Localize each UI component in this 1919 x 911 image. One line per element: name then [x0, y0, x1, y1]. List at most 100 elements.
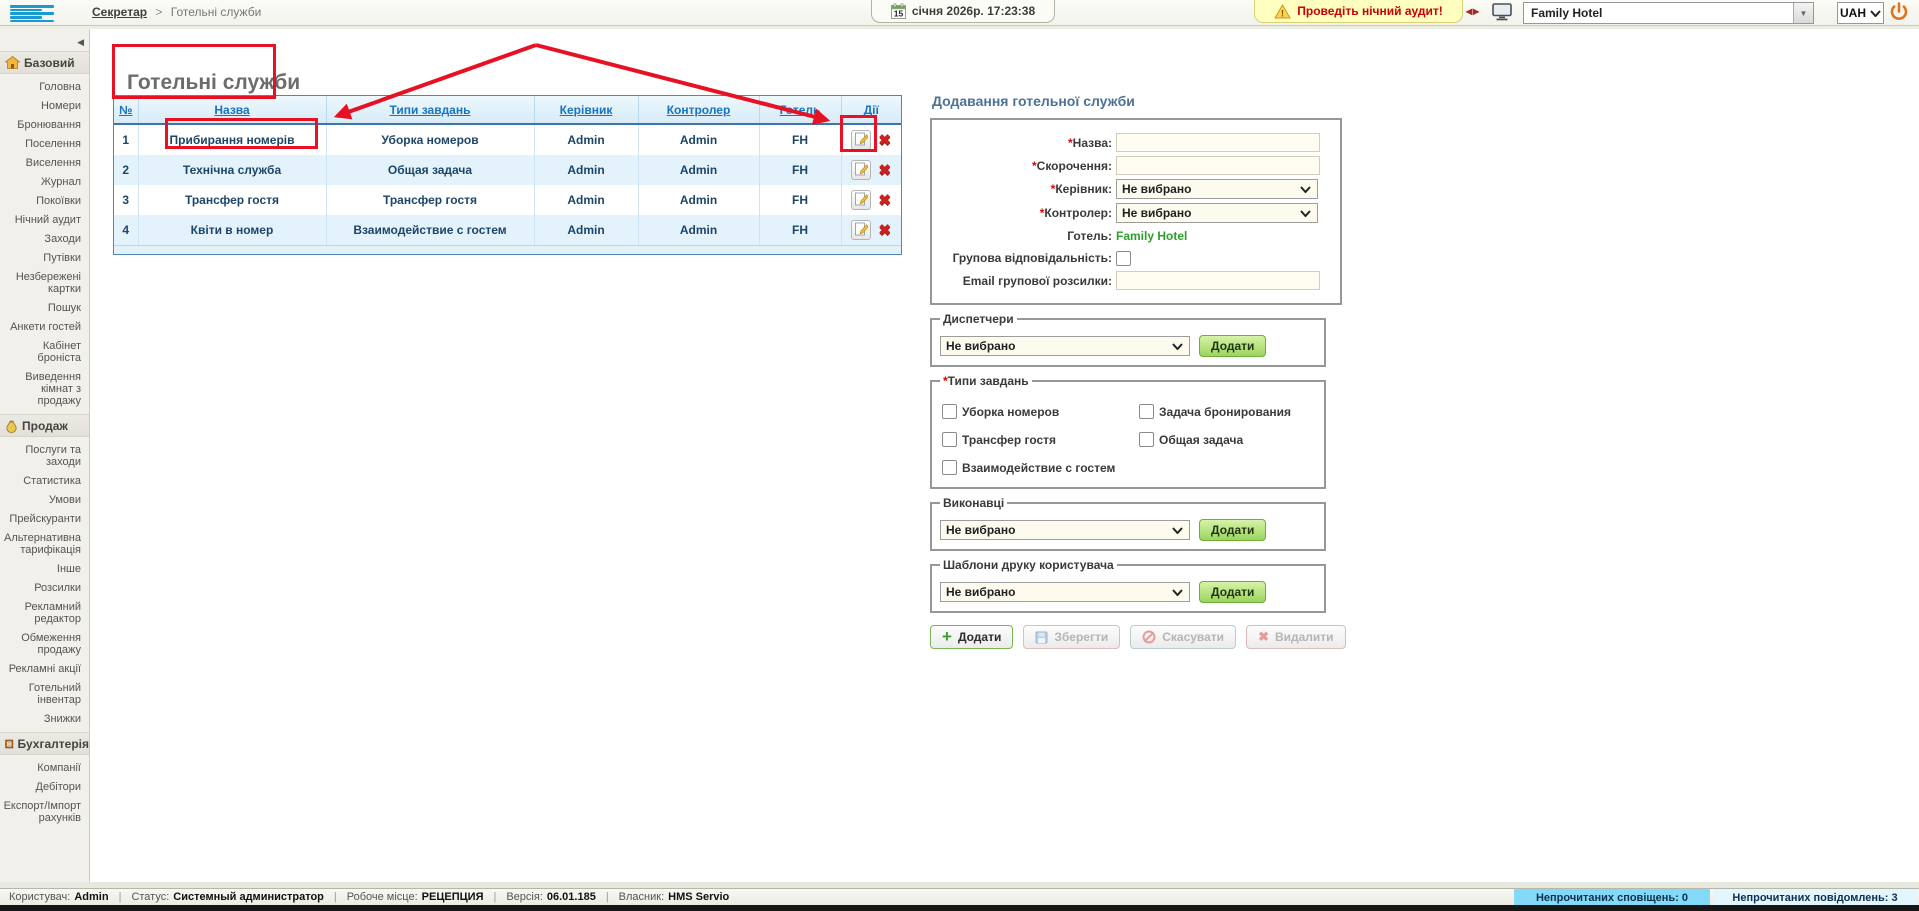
- column-header-controller[interactable]: Контролер: [667, 103, 731, 117]
- sidebar-item-statistics[interactable]: Статистика: [0, 475, 89, 487]
- column-header-number[interactable]: №: [119, 103, 132, 117]
- column-header-hotel[interactable]: Готель: [780, 103, 821, 117]
- sidebar-item-journal[interactable]: Журнал: [0, 176, 89, 188]
- name-input[interactable]: [1116, 133, 1320, 152]
- table-row[interactable]: 3 Трансфер гостя Трансфер гостя Admin Ad…: [114, 185, 901, 215]
- table-row[interactable]: 1 Прибирання номерів Уборка номеров Admi…: [114, 124, 901, 155]
- sidebar-item-ad-editor[interactable]: Рекламний редактор: [0, 601, 89, 625]
- sidebar-item-search[interactable]: Пошук: [0, 302, 89, 314]
- executors-select[interactable]: Не вибрано: [940, 520, 1190, 540]
- currency-value: UAH: [1840, 6, 1866, 20]
- edit-button[interactable]: [851, 130, 871, 150]
- sidebar-item-other[interactable]: Інше: [0, 563, 89, 575]
- add-executor-button[interactable]: Додати: [1199, 519, 1266, 541]
- task-checkbox-booking[interactable]: [1139, 404, 1154, 419]
- sidebar-item-vouchers[interactable]: Путівки: [0, 252, 89, 264]
- sidebar-item-rooms-off-sale[interactable]: Виведення кімнат з продажу: [0, 371, 89, 407]
- sidebar-item-export-import[interactable]: Експорт/Імпорт рахунків: [0, 800, 89, 824]
- add-template-button[interactable]: Додати: [1199, 581, 1266, 603]
- sidebar-item-discounts[interactable]: Знижки: [0, 713, 89, 725]
- sidebar-item-conditions[interactable]: Умови: [0, 494, 89, 506]
- sidebar-item-mailings[interactable]: Розсилки: [0, 582, 89, 594]
- sidebar-item-hotel-inventory[interactable]: Готельний інвентар: [0, 682, 89, 706]
- breadcrumb-root-link[interactable]: Секретар: [92, 5, 147, 19]
- sidebar-item-events[interactable]: Заходи: [0, 233, 89, 245]
- hotel-select[interactable]: Family Hotel ▼: [1523, 2, 1814, 24]
- row-actions: ✖: [841, 155, 901, 185]
- currency-select[interactable]: UAH: [1837, 2, 1884, 24]
- sidebar-item-night-audit[interactable]: Нічний аудит: [0, 214, 89, 226]
- bottom-dark-strip: [0, 905, 1919, 911]
- sidebar-item-checkout[interactable]: Виселення: [0, 157, 89, 169]
- task-checkbox-transfer[interactable]: [942, 432, 957, 447]
- delete-button[interactable]: ✖: [878, 161, 891, 179]
- abbreviation-input[interactable]: [1116, 156, 1320, 175]
- night-audit-warning[interactable]: ! Проведіть нічний аудит!: [1254, 0, 1463, 23]
- add-service-panel: Додавання готельної служби *Назва: *Скор…: [930, 93, 1342, 649]
- delete-service-button[interactable]: ✖ Видалити: [1246, 625, 1346, 649]
- dispatchers-select[interactable]: Не вибрано: [940, 336, 1190, 356]
- edit-button[interactable]: [851, 190, 871, 210]
- group-responsibility-checkbox[interactable]: [1116, 251, 1131, 266]
- cancel-button[interactable]: Скасувати: [1130, 625, 1236, 649]
- menu-icon[interactable]: [10, 4, 56, 21]
- monitor-icon[interactable]: [1492, 3, 1512, 26]
- add-dispatcher-button[interactable]: Додати: [1199, 335, 1266, 357]
- task-checkbox-guest-interaction[interactable]: [942, 460, 957, 475]
- save-button[interactable]: Зберегти: [1023, 625, 1120, 649]
- sidebar-section-accounting[interactable]: Бухгалтерія: [0, 732, 89, 755]
- table-row[interactable]: 2 Технічна служба Общая задача Admin Adm…: [114, 155, 901, 185]
- date-time-tab[interactable]: 15 січня 2026р. 17:23:38: [871, 0, 1055, 23]
- sidebar-item-promos[interactable]: Рекламні акції: [0, 663, 89, 675]
- column-header-name[interactable]: Назва: [214, 103, 249, 117]
- executors-fieldset: Виконавці Не вибрано Додати: [930, 496, 1326, 551]
- chevron-down-icon: [1300, 210, 1317, 217]
- form-buttons-row: + Додати Зберегти Скасувати ✖: [930, 625, 1342, 649]
- print-templates-select[interactable]: Не вибрано: [940, 582, 1190, 602]
- sidebar-item-booking[interactable]: Бронювання: [0, 119, 89, 131]
- sidebar-item-guest-forms[interactable]: Анкети гостей: [0, 321, 89, 333]
- print-templates-fieldset: Шаблони друку користувача Не вибрано Дод…: [930, 558, 1326, 613]
- sidebar-item-services-events[interactable]: Послуги та заходи: [0, 444, 89, 468]
- edit-button[interactable]: [851, 220, 871, 240]
- delete-button[interactable]: ✖: [878, 131, 891, 149]
- sidebar-item-sale-limits[interactable]: Обмеження продажу: [0, 632, 89, 656]
- add-service-button[interactable]: + Додати: [930, 625, 1013, 649]
- breadcrumb-separator: >: [155, 5, 162, 19]
- power-button[interactable]: [1888, 1, 1910, 23]
- sidebar-item-booker-cabinet[interactable]: Кабінет броніста: [0, 340, 89, 364]
- service-manager: Admin: [534, 185, 638, 215]
- delete-button[interactable]: ✖: [878, 191, 891, 209]
- unread-notifications-badge[interactable]: Непрочитаних сповіщень: 0: [1514, 889, 1710, 906]
- delete-button[interactable]: ✖: [878, 221, 891, 239]
- edit-button[interactable]: [851, 160, 871, 180]
- sidebar-item-companies[interactable]: Компанії: [0, 762, 89, 774]
- row-number: 2: [114, 155, 138, 185]
- manager-select[interactable]: Не вибрано: [1116, 179, 1318, 199]
- controller-select[interactable]: Не вибрано: [1116, 203, 1318, 223]
- collapse-sidebar-icon[interactable]: ◀: [77, 37, 84, 47]
- workplace-value: РЕЦЕПЦИЯ: [422, 891, 484, 903]
- sidebar-item-alt-tariffs[interactable]: Альтернативна тарифікація: [0, 532, 89, 556]
- column-header-manager[interactable]: Керівник: [560, 103, 613, 117]
- task-checkbox-general[interactable]: [1139, 432, 1154, 447]
- sidebar-section-sales[interactable]: Продаж: [0, 414, 89, 437]
- sidebar-item-rooms[interactable]: Номери: [0, 100, 89, 112]
- task-checkbox-cleaning[interactable]: [942, 404, 957, 419]
- service-task-types: Трансфер гостя: [326, 185, 534, 215]
- sidebar-section-base[interactable]: Базовий: [0, 51, 89, 74]
- sidebar-item-debtors[interactable]: Дебітори: [0, 781, 89, 793]
- table-row[interactable]: 4 Квіти в номер Взаимодействие с гостем …: [114, 215, 901, 245]
- sidebar-item-unsaved-cards[interactable]: Незбережені картки: [0, 271, 89, 295]
- sidebar-item-home[interactable]: Головна: [0, 81, 89, 93]
- sidebar-item-price-lists[interactable]: Прейскуранти: [0, 513, 89, 525]
- row-number: 3: [114, 185, 138, 215]
- column-header-task-types[interactable]: Типи завдань: [390, 103, 471, 117]
- swap-arrows-icon[interactable]: ◂▸: [1466, 4, 1480, 18]
- sidebar-item-checkin[interactable]: Поселення: [0, 138, 89, 150]
- group-email-input[interactable]: [1116, 271, 1320, 290]
- print-templates-legend: Шаблони друку користувача: [940, 558, 1117, 572]
- service-hotel: FH: [759, 215, 841, 245]
- unread-messages-badge[interactable]: Непрочитаних повідомлень: 3: [1713, 889, 1917, 906]
- sidebar-item-maids[interactable]: Покоївки: [0, 195, 89, 207]
